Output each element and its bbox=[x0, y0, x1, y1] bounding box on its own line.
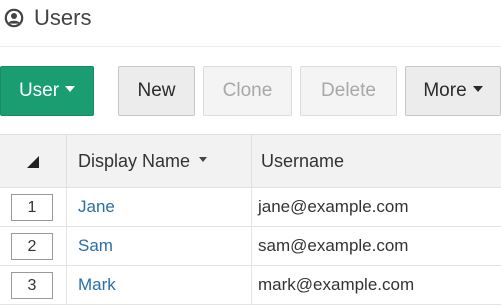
row-number[interactable]: 1 bbox=[11, 194, 53, 221]
row-number-cell: 3 bbox=[0, 266, 67, 304]
table-row: 1 Jane jane@example.com bbox=[0, 188, 501, 227]
user-menu-label: User bbox=[18, 80, 60, 101]
username-cell: sam@example.com bbox=[258, 236, 409, 255]
user-circle-icon bbox=[4, 8, 24, 28]
header-divider bbox=[0, 46, 501, 47]
table-row: 3 Mark mark@example.com bbox=[0, 266, 501, 305]
delete-button[interactable]: Delete bbox=[300, 66, 397, 116]
toolbar: User New Clone Delete More bbox=[0, 64, 501, 118]
more-menu-button[interactable]: More bbox=[405, 66, 501, 116]
column-header-display-name[interactable]: Display Name bbox=[67, 135, 252, 188]
sort-caret-icon[interactable] bbox=[199, 156, 208, 162]
display-name-link[interactable]: Mark bbox=[67, 266, 252, 304]
new-button[interactable]: New bbox=[118, 66, 195, 116]
more-menu-label: More bbox=[423, 80, 467, 101]
row-number-cell: 2 bbox=[0, 227, 67, 265]
username-cell: jane@example.com bbox=[258, 197, 409, 216]
select-all-triangle-icon[interactable] bbox=[27, 156, 39, 168]
user-menu-button[interactable]: User bbox=[0, 66, 94, 116]
page-header: Users bbox=[0, 0, 501, 44]
table-row: 2 Sam sam@example.com bbox=[0, 227, 501, 266]
table-header: Display Name Username bbox=[0, 134, 501, 188]
row-number-cell: 1 bbox=[0, 188, 67, 226]
users-page: Users User New Clone Delete More Display… bbox=[0, 0, 501, 307]
row-number[interactable]: 3 bbox=[11, 272, 53, 299]
users-table: Display Name Username 1 Jane jane@exampl… bbox=[0, 134, 501, 305]
column-header-label: Display Name bbox=[78, 151, 191, 171]
display-name-link[interactable]: Jane bbox=[67, 188, 252, 226]
clone-button[interactable]: Clone bbox=[203, 66, 292, 116]
row-number[interactable]: 2 bbox=[11, 233, 53, 260]
display-name-link[interactable]: Sam bbox=[67, 227, 252, 265]
chevron-down-icon bbox=[65, 85, 76, 92]
page-title: Users bbox=[34, 5, 92, 30]
username-cell: mark@example.com bbox=[258, 275, 415, 294]
chevron-down-icon bbox=[472, 85, 483, 92]
select-all-header[interactable] bbox=[0, 135, 67, 188]
column-header-username[interactable]: Username bbox=[252, 135, 501, 188]
